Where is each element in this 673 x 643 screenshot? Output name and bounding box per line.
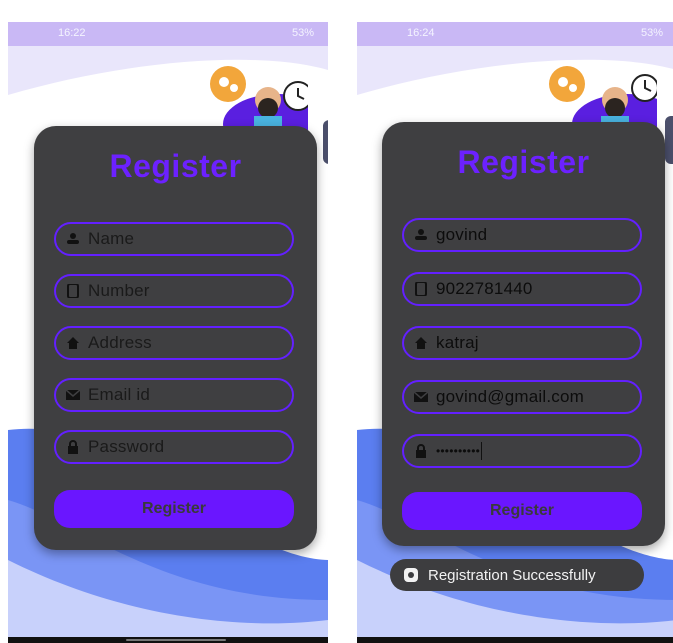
address-input[interactable]: katraj (402, 326, 642, 360)
password-input[interactable]: Password (54, 430, 294, 464)
password-placeholder: Password (88, 437, 165, 456)
register-button[interactable]: Register (402, 492, 642, 530)
address-value: katraj (436, 333, 479, 352)
password-value: •••••••••• (436, 444, 481, 458)
email-input[interactable]: govind@gmail.com (402, 380, 642, 414)
battery-level: 53% (291, 27, 314, 39)
phone-icon (66, 284, 80, 298)
status-time: 16:24 (407, 27, 435, 39)
email-input[interactable]: Email id (54, 378, 294, 412)
register-screen-filled: 16:24 53% Register govind 9022781440 kat… (357, 0, 673, 643)
home-indicator[interactable] (126, 639, 226, 641)
name-value: govind (436, 225, 488, 244)
register-screen-empty: 16:22 53% Register Name Number Address E… (8, 0, 328, 643)
status-bar: 16:24 53% (357, 22, 673, 46)
number-input[interactable]: Number (54, 274, 294, 308)
register-button[interactable]: Register (54, 490, 294, 528)
navigation-bar (357, 637, 673, 643)
lock-icon (66, 440, 80, 454)
person-icon (66, 232, 80, 246)
accessibility-tab[interactable] (323, 120, 328, 164)
number-placeholder: Number (88, 281, 150, 300)
email-placeholder: Email id (88, 385, 151, 404)
number-value: 9022781440 (436, 279, 533, 298)
status-bar: 16:22 53% (8, 22, 328, 46)
app-icon (404, 568, 418, 582)
navigation-bar (8, 637, 328, 643)
developer-illustration (210, 66, 308, 134)
phone-icon (414, 282, 428, 296)
email-value: govind@gmail.com (436, 387, 585, 406)
register-card: Register Name Number Address Email id Pa… (34, 126, 317, 550)
address-placeholder: Address (88, 333, 152, 352)
home-icon (414, 336, 428, 350)
name-placeholder: Name (88, 229, 135, 248)
toast-message: Registration Successfully (390, 559, 644, 591)
person-icon (414, 228, 428, 242)
home-icon (66, 336, 80, 350)
text-cursor (481, 442, 483, 460)
address-input[interactable]: Address (54, 326, 294, 360)
accessibility-tab[interactable] (665, 116, 673, 164)
mail-icon (414, 390, 428, 404)
password-input[interactable]: •••••••••• (402, 434, 642, 468)
register-card: Register govind 9022781440 katraj govind… (382, 122, 665, 546)
name-input[interactable]: govind (402, 218, 642, 252)
toast-text: Registration Successfully (428, 566, 596, 584)
name-input[interactable]: Name (54, 222, 294, 256)
lock-icon (414, 444, 428, 458)
mail-icon (66, 388, 80, 402)
battery-level: 53% (640, 27, 663, 39)
status-time: 16:22 (58, 27, 86, 39)
number-input[interactable]: 9022781440 (402, 272, 642, 306)
register-title: Register (109, 148, 242, 184)
register-title: Register (457, 144, 590, 180)
